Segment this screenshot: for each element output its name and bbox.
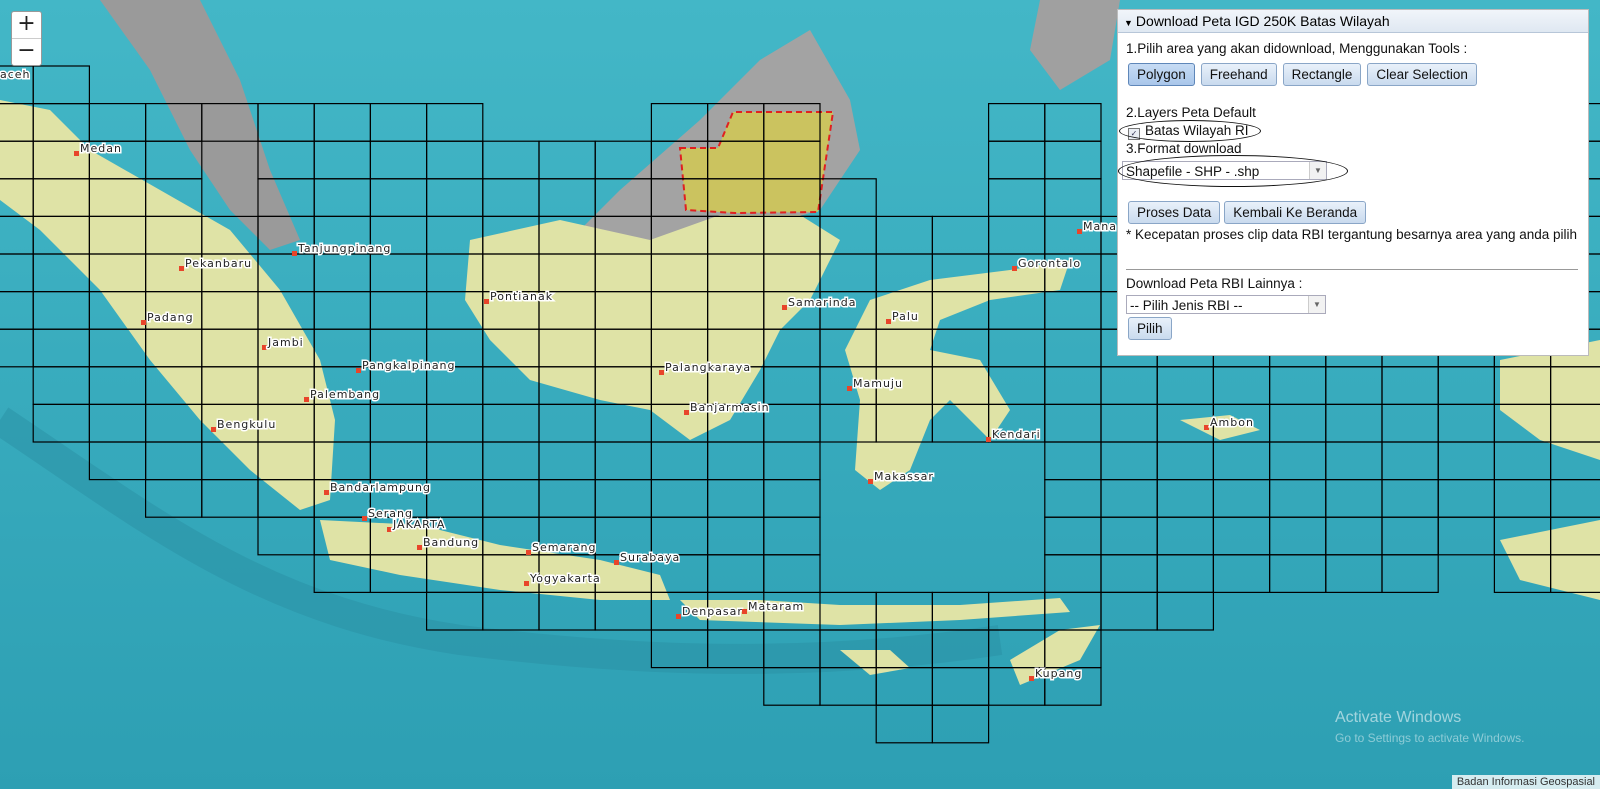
city-marker — [886, 319, 891, 324]
city-marker — [387, 527, 392, 532]
zoom-in-button[interactable]: + — [12, 12, 41, 38]
city-label: Banjarmasin — [690, 401, 770, 414]
city-marker — [742, 609, 747, 614]
clear-selection-button[interactable]: Clear Selection — [1367, 63, 1477, 86]
panel-title: Download Peta IGD 250K Batas Wilayah — [1135, 13, 1390, 29]
city-marker — [614, 560, 619, 565]
city-label: Semarang — [532, 541, 596, 554]
city-marker — [986, 437, 991, 442]
city-label: Pekanbaru — [185, 257, 252, 270]
pick-button[interactable]: Pilih — [1128, 317, 1172, 340]
city-label: Gorontalo — [1018, 257, 1081, 270]
city-label: Mana — [1083, 220, 1117, 233]
city-label: Surabaya — [620, 551, 680, 564]
city-marker — [868, 479, 873, 484]
city-marker — [659, 370, 664, 375]
city-marker — [524, 581, 529, 586]
step3-label: 3.Format download — [1126, 141, 1242, 156]
city-label: Bandung — [423, 536, 479, 549]
city-marker — [211, 427, 216, 432]
city-marker — [74, 151, 79, 156]
city-label: Ambon — [1210, 416, 1254, 429]
step1-label: 1.Pilih area yang akan didownload, Mengg… — [1126, 41, 1468, 56]
city-marker — [782, 305, 787, 310]
annotation-oval — [1119, 120, 1261, 142]
city-label: Padang — [147, 311, 194, 324]
zoom-out-button[interactable]: − — [12, 38, 41, 65]
divider — [1126, 269, 1578, 270]
city-label: Tanjungpinang — [297, 242, 391, 255]
city-marker — [179, 266, 184, 271]
chevron-down-icon[interactable]: ▼ — [1308, 296, 1325, 313]
city-marker — [1204, 425, 1209, 430]
city-marker — [356, 368, 361, 373]
city-label: Kendari — [992, 428, 1041, 441]
download-panel: ▼ Download Peta IGD 250K Batas Wilayah 1.… — [1117, 9, 1589, 356]
city-label: Denpasar — [682, 605, 743, 618]
city-marker — [324, 490, 329, 495]
city-marker — [676, 614, 681, 619]
panel-header[interactable]: ▼ Download Peta IGD 250K Batas Wilayah — [1118, 10, 1588, 33]
city-label: Kupang — [1035, 667, 1082, 680]
city-label: Medan — [80, 142, 122, 155]
city-marker — [292, 251, 297, 256]
drawing-tools: Polygon Freehand Rectangle Clear Selection — [1128, 63, 1483, 86]
city-label: Yogyakarta — [529, 572, 601, 585]
annotation-oval-format — [1118, 155, 1348, 187]
speed-note: * Kecepatan proses clip data RBI tergant… — [1126, 227, 1578, 242]
collapse-icon[interactable]: ▼ — [1124, 18, 1133, 28]
attribution[interactable]: Badan Informasi Geospasial — [1451, 775, 1600, 789]
city-label: Samarinda — [788, 296, 856, 309]
city-marker — [1029, 676, 1034, 681]
action-buttons: Proses Data Kembali Ke Beranda — [1128, 201, 1372, 224]
process-data-button[interactable]: Proses Data — [1128, 201, 1221, 224]
city-marker — [1012, 266, 1017, 271]
other-rbi-label: Download Peta RBI Lainnya : — [1126, 276, 1303, 291]
rectangle-tool-button[interactable]: Rectangle — [1282, 63, 1362, 86]
polygon-tool-button[interactable]: Polygon — [1128, 63, 1195, 86]
city-marker — [484, 299, 489, 304]
rbi-type-value: -- Pilih Jenis RBI -- — [1130, 298, 1243, 313]
city-label: aceh — [0, 68, 31, 81]
activation-watermark: Activate Windows — [1335, 709, 1462, 726]
city-label: Palangkaraya — [665, 361, 751, 374]
city-marker — [362, 516, 367, 521]
city-marker — [304, 397, 309, 402]
back-home-button[interactable]: Kembali Ke Beranda — [1224, 201, 1367, 224]
city-label: Palembang — [310, 388, 380, 401]
step2-label: 2.Layers Peta Default — [1126, 105, 1256, 120]
city-label: Jambi — [267, 336, 304, 349]
zoom-control: + − — [11, 11, 42, 66]
city-label: JAKARTA — [392, 518, 445, 531]
activation-watermark-sub: Go to Settings to activate Windows. — [1335, 731, 1525, 745]
city-label: Palu — [892, 310, 919, 323]
freehand-tool-button[interactable]: Freehand — [1200, 63, 1277, 86]
city-marker — [847, 386, 852, 391]
city-label: Mamuju — [853, 377, 903, 390]
city-label: Bengkulu — [217, 418, 276, 431]
city-marker — [684, 410, 689, 415]
city-marker — [1077, 229, 1082, 234]
city-label: Pontianak — [490, 290, 553, 303]
city-label: Mataram — [748, 600, 804, 613]
city-marker — [526, 550, 531, 555]
city-label: Pangkalpinang — [362, 359, 456, 372]
city-label: Makassar — [874, 470, 934, 483]
rbi-type-select[interactable]: -- Pilih Jenis RBI -- ▼ — [1126, 295, 1326, 314]
city-marker — [141, 320, 146, 325]
city-marker — [262, 345, 267, 350]
city-label: Bandarlampung — [330, 481, 431, 494]
city-marker — [417, 545, 422, 550]
